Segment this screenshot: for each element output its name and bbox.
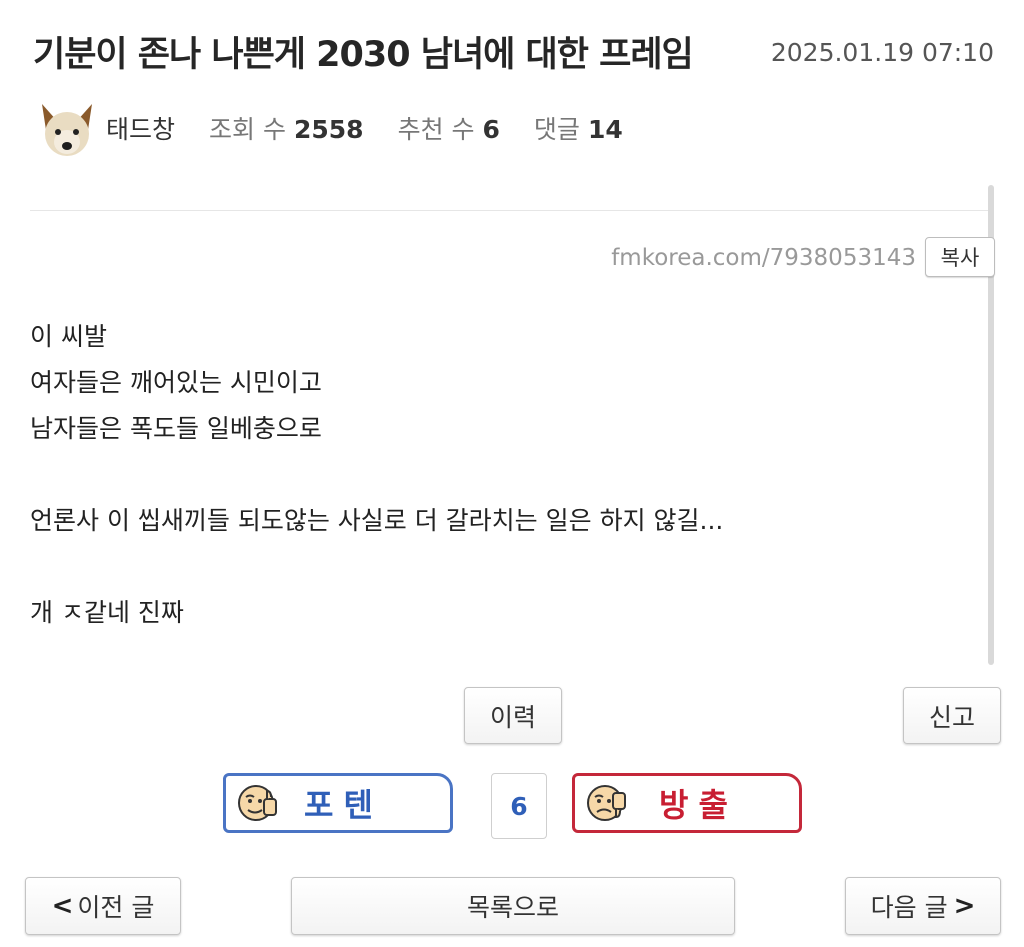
- recommend-count: 6: [482, 115, 500, 144]
- views-count: 2558: [293, 115, 364, 144]
- body-line: 이 씨발: [30, 322, 107, 351]
- body-line: 언론사 이 씹새끼들 되도않는 사실로 더 갈라치는 일은 하지 않길...: [30, 506, 724, 535]
- dog-face-icon[interactable]: [36, 100, 98, 162]
- report-button[interactable]: 신고: [903, 687, 1001, 744]
- chevron-right-icon: >: [953, 891, 976, 921]
- next-post-label: 다음 글: [870, 893, 948, 922]
- body-line: 여자들은 깨어있는 시민이고: [30, 368, 322, 397]
- body-line: 개 ㅈ같네 진짜: [30, 598, 184, 627]
- vote-down-label: 방출: [659, 786, 738, 824]
- thumbs-down-face-icon: [587, 785, 626, 821]
- views-label: 조회 수: [209, 115, 286, 144]
- post-url: fmkorea.com/7938053143: [611, 245, 916, 271]
- chevron-left-icon: <: [51, 891, 74, 921]
- body-line: 남자들은 폭도들 일베충으로: [30, 414, 322, 443]
- recommend-label: 추천 수: [397, 115, 475, 144]
- prev-post-label: 이전 글: [77, 893, 155, 922]
- back-to-list-button[interactable]: 목록으로: [291, 877, 735, 935]
- divider: [30, 210, 988, 211]
- vote-up-button[interactable]: 포텐: [223, 773, 453, 833]
- post-meta: 태드창 조회 수 2558 추천 수 6 댓글 14: [106, 110, 623, 146]
- history-button[interactable]: 이력: [464, 687, 562, 744]
- post-date: 2025.01.19 07:10: [770, 38, 994, 67]
- comments-label[interactable]: 댓글: [534, 110, 580, 146]
- prev-post-button[interactable]: < 이전 글: [25, 877, 181, 935]
- copy-url-button[interactable]: 복사: [925, 237, 995, 277]
- post-body: 이 씨발 여자들은 깨어있는 시민이고 남자들은 폭도들 일베충으로 언론사 이…: [30, 314, 723, 636]
- comments-count[interactable]: 14: [588, 115, 623, 144]
- vote-up-label: 포텐: [304, 786, 383, 824]
- thumbs-up-face-icon: [238, 785, 277, 821]
- next-post-button[interactable]: 다음 글 >: [845, 877, 1001, 935]
- vote-down-button[interactable]: 방출: [572, 773, 802, 833]
- vote-count: 6: [491, 773, 547, 839]
- author-name[interactable]: 태드창: [106, 110, 175, 146]
- post-title: 기분이 존나 나쁜게 2030 남녀에 대한 프레임: [33, 35, 694, 75]
